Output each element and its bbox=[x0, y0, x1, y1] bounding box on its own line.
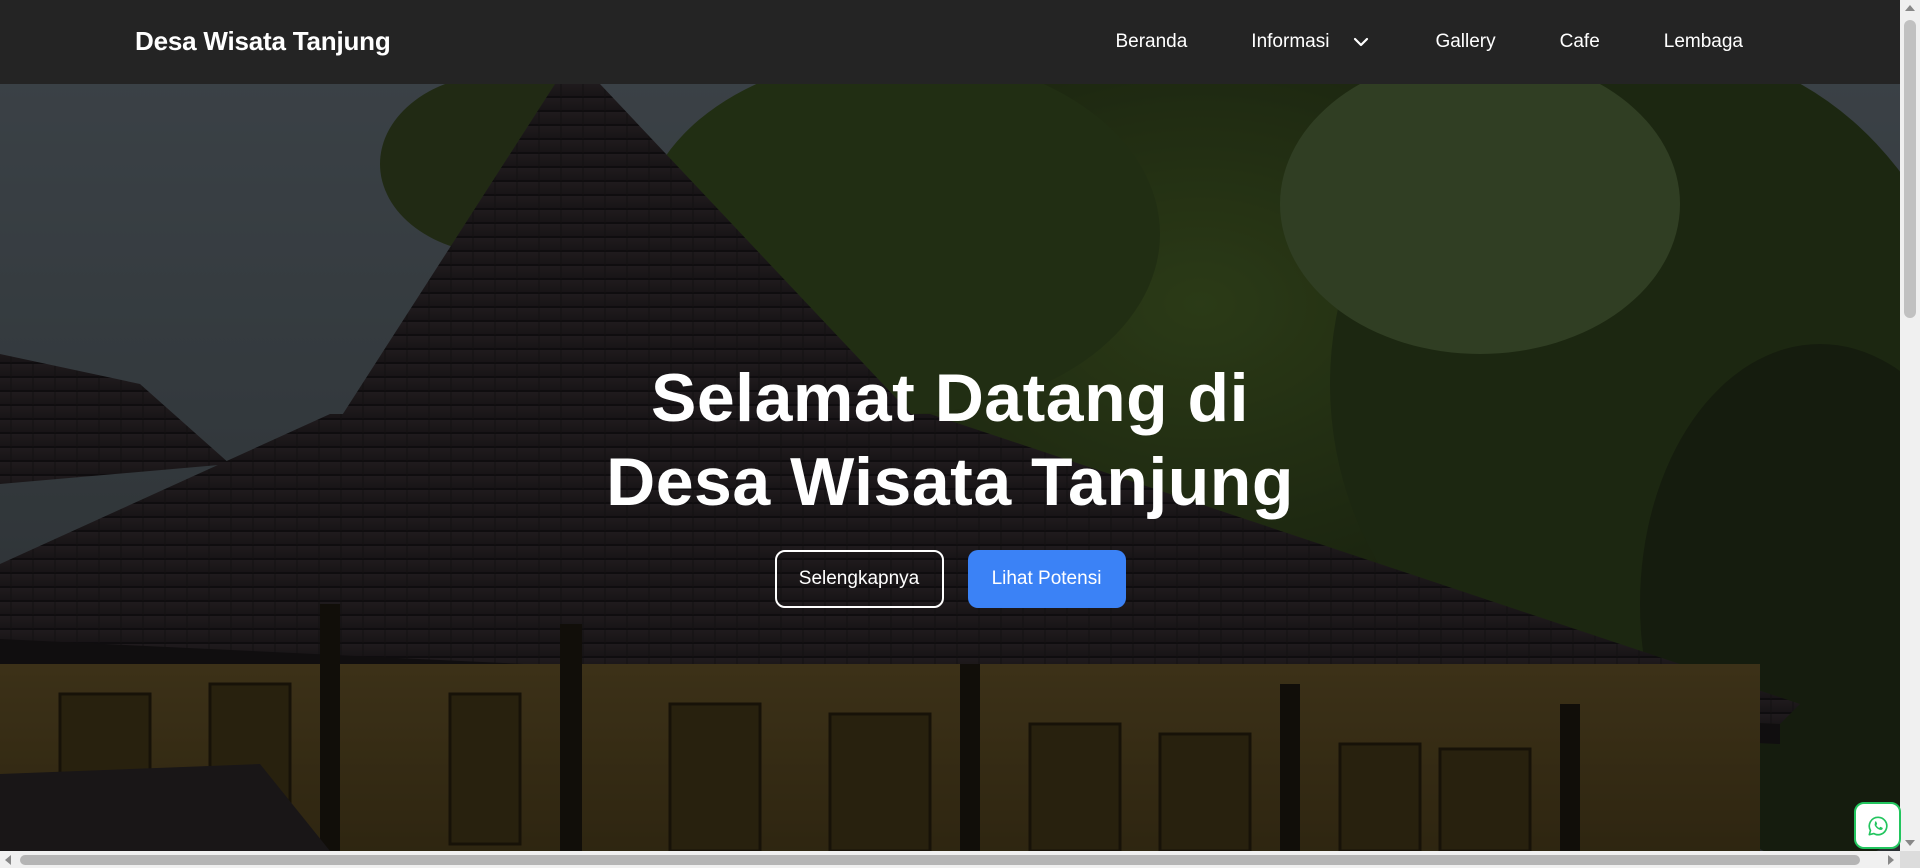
scroll-up-arrow-icon[interactable] bbox=[1905, 5, 1915, 11]
nav-menu: Beranda Informasi Gallery Cafe Lembaga bbox=[1115, 0, 1743, 84]
scrollbar-corner bbox=[1900, 851, 1920, 868]
hero-content: Selamat Datang di Desa Wisata Tanjung Se… bbox=[0, 356, 1900, 608]
hero-buttons: Selengkapnya Lihat Potensi bbox=[0, 550, 1900, 608]
scroll-right-arrow-icon[interactable] bbox=[1888, 855, 1894, 865]
whatsapp-button[interactable] bbox=[1854, 802, 1901, 849]
hero-title: Selamat Datang di Desa Wisata Tanjung bbox=[0, 356, 1900, 524]
hero-title-line2: Desa Wisata Tanjung bbox=[606, 444, 1294, 520]
nav-link-lembaga[interactable]: Lembaga bbox=[1664, 31, 1743, 53]
navbar: Desa Wisata Tanjung Beranda Informasi Ga… bbox=[0, 0, 1900, 84]
scroll-left-arrow-icon[interactable] bbox=[5, 855, 11, 865]
selengkapnya-button[interactable]: Selengkapnya bbox=[774, 550, 944, 608]
vertical-scrollbar[interactable] bbox=[1900, 0, 1920, 851]
nav-link-cafe[interactable]: Cafe bbox=[1560, 31, 1600, 53]
vertical-scrollbar-thumb[interactable] bbox=[1904, 20, 1916, 318]
nav-link-label: Cafe bbox=[1559, 31, 1600, 52]
nav-link-label: Informasi bbox=[1251, 31, 1330, 52]
chevron-down-icon bbox=[1354, 37, 1369, 47]
nav-link-label: Beranda bbox=[1115, 31, 1188, 52]
brand-logo-text[interactable]: Desa Wisata Tanjung bbox=[135, 26, 391, 57]
whatsapp-icon bbox=[1867, 815, 1888, 836]
nav-link-informasi[interactable]: Informasi bbox=[1251, 31, 1371, 53]
nav-link-label: Lembaga bbox=[1663, 31, 1743, 52]
viewport: Desa Wisata Tanjung Beranda Informasi Ga… bbox=[0, 0, 1900, 851]
lihat-potensi-button[interactable]: Lihat Potensi bbox=[967, 550, 1126, 608]
scroll-down-arrow-icon[interactable] bbox=[1905, 840, 1915, 846]
nav-link-beranda[interactable]: Beranda bbox=[1115, 31, 1187, 53]
nav-link-gallery[interactable]: Gallery bbox=[1435, 31, 1495, 53]
hero-section: Selamat Datang di Desa Wisata Tanjung Se… bbox=[0, 84, 1900, 851]
hero-title-line1: Selamat Datang di bbox=[651, 360, 1249, 436]
nav-link-label: Gallery bbox=[1435, 31, 1496, 52]
horizontal-scrollbar-thumb[interactable] bbox=[20, 855, 1860, 865]
horizontal-scrollbar[interactable] bbox=[0, 851, 1920, 868]
